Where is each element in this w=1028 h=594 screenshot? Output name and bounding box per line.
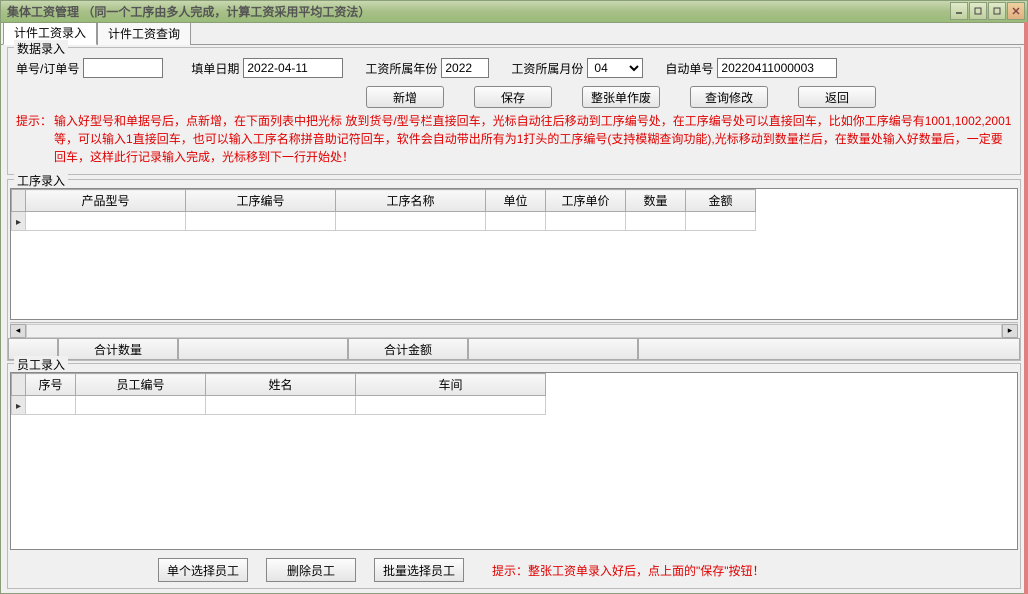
close-button[interactable] [1007, 2, 1025, 20]
col-name[interactable]: 姓名 [206, 374, 356, 396]
total-qty-label: 合计数量 [58, 338, 178, 360]
wage-year-input[interactable] [441, 58, 489, 78]
col-unit-price[interactable]: 工序单价 [546, 190, 626, 212]
col-product-model[interactable]: 产品型号 [26, 190, 186, 212]
titlebar: 集体工资管理 （同一个工序由多人完成，计算工资采用平均工资法） [1, 1, 1027, 23]
auto-no-input[interactable] [717, 58, 837, 78]
tabs: 计件工资录入 计件工资查询 [1, 23, 1027, 45]
wage-month-select[interactable]: 04 [587, 58, 643, 78]
table-row[interactable] [12, 212, 756, 231]
scroll-track[interactable] [26, 324, 1002, 338]
col-proc-no[interactable]: 工序编号 [186, 190, 336, 212]
total-amount-label: 合计金额 [348, 338, 468, 360]
order-no-label: 单号/订单号 [16, 60, 79, 77]
bottom-bar: 单个选择员工 删除员工 批量选择员工 提示：整张工资单录入好后，点上面的"保存"… [8, 552, 1020, 588]
proc-grid[interactable]: 产品型号 工序编号 工序名称 单位 工序单价 数量 金额 [10, 188, 1018, 320]
bottom-hint: 提示：整张工资单录入好后，点上面的"保存"按钮！ [492, 562, 765, 579]
batch-select-emp-button[interactable]: 批量选择员工 [374, 558, 464, 582]
back-button[interactable]: 返回 [798, 86, 876, 108]
summary-row: 合计数量 合计金额 [8, 338, 1020, 360]
col-workshop[interactable]: 车间 [356, 374, 546, 396]
total-qty-value [178, 338, 348, 360]
scroll-right-icon[interactable]: ▸ [1002, 324, 1018, 338]
col-amount[interactable]: 金额 [686, 190, 756, 212]
hint-label: 提示： [16, 112, 52, 130]
wage-year-label: 工资所属年份 [365, 60, 437, 77]
hint-block: 提示： 输入好型号和单据号后，点新增，在下面列表中把光标 放到货号/型号栏直接回… [16, 112, 1012, 166]
emp-grid[interactable]: 序号 员工编号 姓名 车间 [10, 372, 1018, 550]
add-button[interactable]: 新增 [366, 86, 444, 108]
scroll-left-icon[interactable]: ◂ [10, 324, 26, 338]
minimize-button[interactable] [950, 2, 968, 20]
total-amount-value [468, 338, 638, 360]
void-button[interactable]: 整张单作废 [582, 86, 660, 108]
fill-date-label: 填单日期 [191, 60, 239, 77]
row-indicator-icon [12, 212, 26, 231]
col-emp-no[interactable]: 员工编号 [76, 374, 206, 396]
proc-entry-title: 工序录入 [14, 172, 68, 189]
emp-entry-title: 员工录入 [14, 356, 68, 373]
wage-month-label: 工资所属月份 [511, 60, 583, 77]
status-edge [1024, 22, 1028, 594]
row-indicator-head [12, 190, 26, 212]
auto-no-label: 自动单号 [665, 60, 713, 77]
restore-button[interactable] [969, 2, 987, 20]
save-button[interactable]: 保存 [474, 86, 552, 108]
window-title: 集体工资管理 （同一个工序由多人完成，计算工资采用平均工资法） [7, 3, 370, 20]
emp-entry-group: 员工录入 序号 员工编号 姓名 车间 单个选 [7, 363, 1021, 589]
col-unit[interactable]: 单位 [486, 190, 546, 212]
row-indicator-head [12, 374, 26, 396]
tab-query[interactable]: 计件工资查询 [97, 21, 191, 45]
hint-body: 输入好型号和单据号后，点新增，在下面列表中把光标 放到货号/型号栏直接回车，光标… [54, 112, 1012, 166]
proc-entry-group: 工序录入 产品型号 工序编号 工序名称 单位 工序单价 数量 金额 [7, 179, 1021, 361]
col-qty[interactable]: 数量 [626, 190, 686, 212]
data-entry-title: 数据录入 [14, 40, 68, 57]
select-one-emp-button[interactable]: 单个选择员工 [158, 558, 248, 582]
proc-hscroll[interactable]: ◂ ▸ [10, 322, 1018, 338]
fill-date-input[interactable] [243, 58, 343, 78]
maximize-button[interactable] [988, 2, 1006, 20]
col-seq[interactable]: 序号 [26, 374, 76, 396]
delete-emp-button[interactable]: 删除员工 [266, 558, 356, 582]
col-proc-name[interactable]: 工序名称 [336, 190, 486, 212]
data-entry-group: 数据录入 单号/订单号 填单日期 工资所属年份 工资所属月份 04 自动单号 [7, 47, 1021, 175]
query-edit-button[interactable]: 查询修改 [690, 86, 768, 108]
table-row[interactable] [12, 396, 546, 415]
row-indicator-icon [12, 396, 26, 415]
order-no-input[interactable] [83, 58, 163, 78]
